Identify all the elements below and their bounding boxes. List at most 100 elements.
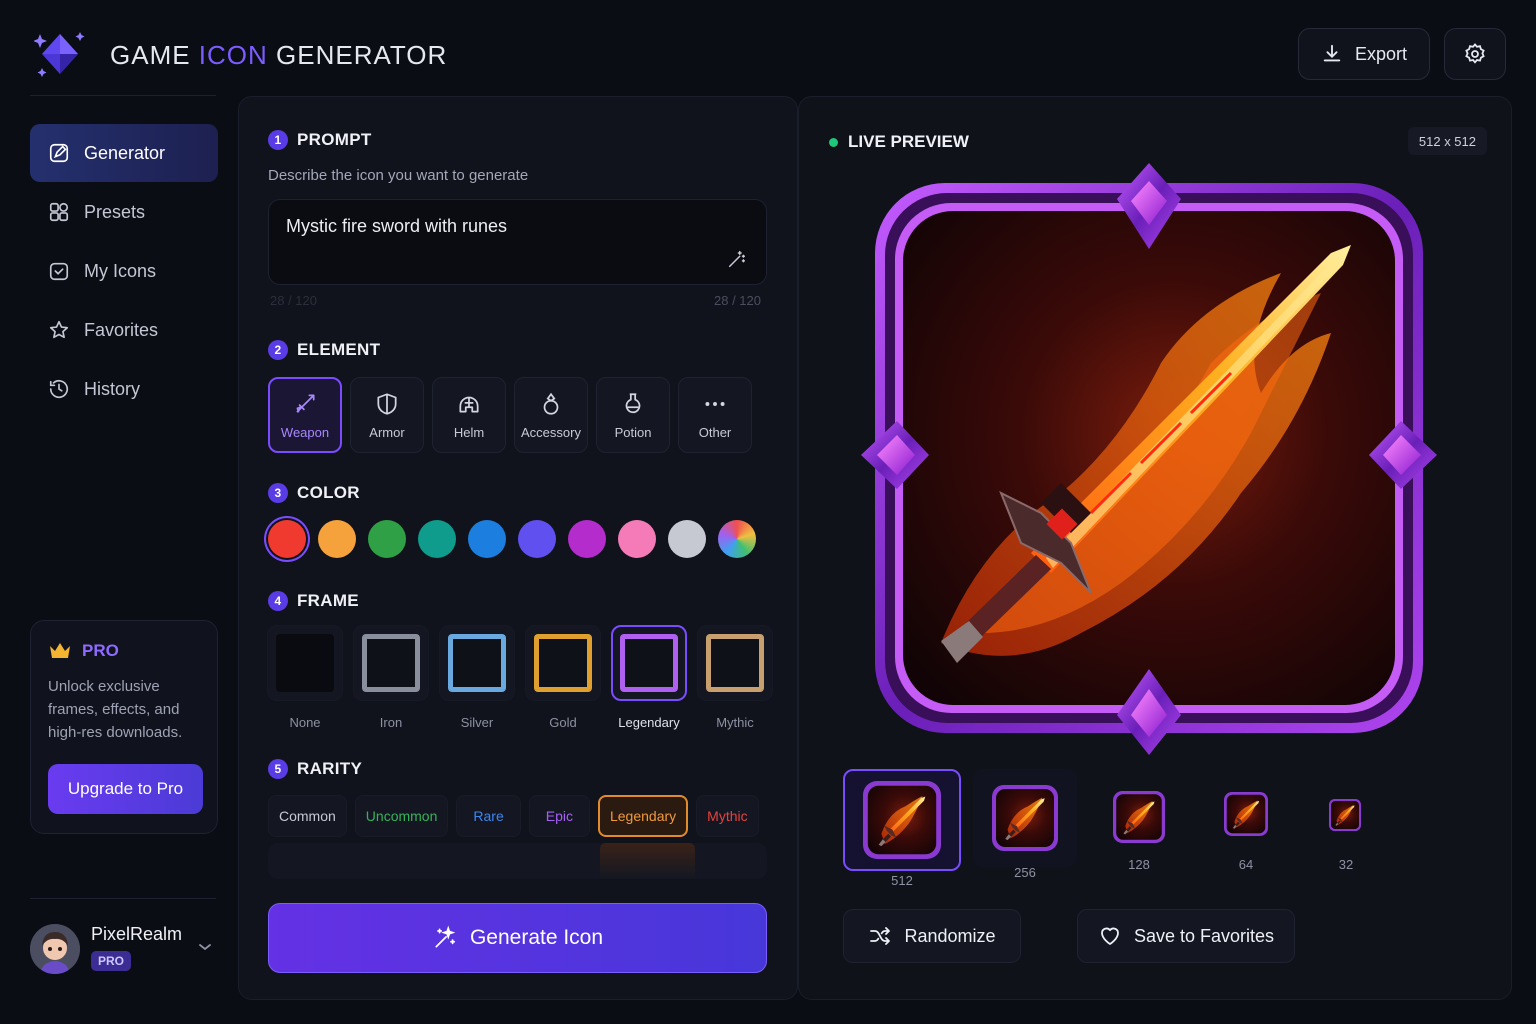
sidebar-item-favorites[interactable]: Favorites <box>30 301 218 359</box>
thumb-label-128: 128 <box>1128 857 1150 872</box>
color-swatch-teal[interactable] <box>418 520 456 558</box>
frame-silver[interactable]: Silver <box>439 625 515 730</box>
rarity-legendary[interactable]: Legendary <box>597 795 689 837</box>
rarity-epic[interactable]: Epic <box>528 795 590 837</box>
upgrade-button[interactable]: Upgrade to Pro <box>48 764 203 814</box>
rarity-common[interactable]: Common <box>268 795 347 837</box>
magic-wand-icon[interactable] <box>726 248 748 270</box>
sparkles-icon <box>435 925 456 948</box>
pro-description: Unlock exclusive frames, effects, and hi… <box>48 678 183 741</box>
settings-button[interactable] <box>1444 28 1506 80</box>
preview-size-badge: 512 x 512 <box>1407 127 1487 155</box>
frame-thumb <box>439 625 515 701</box>
heart-icon <box>1101 927 1119 945</box>
gear-icon <box>1465 43 1485 64</box>
generator-panel: 1 PROMPT Describe the icon you want to g… <box>238 96 798 1000</box>
ring-icon <box>543 392 559 415</box>
helmet-icon <box>459 396 479 412</box>
sidebar-item-history[interactable]: History <box>30 360 218 418</box>
thumb-size-64[interactable] <box>1223 791 1269 837</box>
frame-gold[interactable]: Gold <box>525 625 601 730</box>
frame-thumb <box>353 625 429 701</box>
user-plan-badge: PRO <box>91 951 132 971</box>
section-element-title: 2 ELEMENT <box>268 340 380 360</box>
section-color-title: 3 COLOR <box>268 483 360 503</box>
element-other[interactable]: Other <box>678 377 752 453</box>
element-weapon[interactable]: Weapon <box>268 377 342 453</box>
element-accessory[interactable]: Accessory <box>514 377 588 453</box>
thumb-label-32: 32 <box>1338 857 1354 872</box>
color-swatch-blue[interactable] <box>468 520 506 558</box>
rarity-uncommon[interactable]: Uncommon <box>354 795 449 837</box>
more-icon <box>705 401 725 406</box>
history-icon <box>49 380 69 399</box>
avatar <box>30 924 80 974</box>
color-swatch-green[interactable] <box>368 520 406 558</box>
header-divider <box>30 95 216 96</box>
prompt-char-count-ghost: 28 / 120 <box>270 293 317 308</box>
thumb-size-256[interactable] <box>973 769 1077 867</box>
generate-icon-button[interactable]: Generate Icon <box>268 903 767 973</box>
frame-legendary[interactable]: Legendary <box>611 625 687 730</box>
sidebar-item-presets[interactable]: Presets <box>30 183 218 241</box>
app-title: GAME ICON GENERATOR <box>110 40 448 70</box>
color-swatch-rainbow[interactable] <box>718 520 756 558</box>
crown-icon <box>50 643 70 658</box>
section-prompt-title: 1 PROMPT <box>268 130 372 150</box>
prompt-hint: Describe the icon you want to generate <box>268 167 529 184</box>
user-profile[interactable]: PixelRealm PRO <box>30 920 218 980</box>
folder-check-icon <box>49 262 69 281</box>
potion-icon <box>625 392 641 413</box>
section-rarity-title: 5 RARITY <box>268 759 362 779</box>
chevron-down-icon[interactable] <box>198 942 212 952</box>
color-swatch-silver[interactable] <box>668 520 706 558</box>
thumb-size-512[interactable] <box>843 769 961 871</box>
randomize-button[interactable]: Randomize <box>843 909 1021 963</box>
sidebar-item-my-icons[interactable]: My Icons <box>30 242 218 300</box>
live-preview-title: LIVE PREVIEW <box>829 132 969 152</box>
element-helm[interactable]: Helm <box>432 377 506 453</box>
thumb-label-512: 512 <box>891 873 913 888</box>
pro-header: PRO <box>48 641 200 661</box>
size-thumbnails: 512 256 128 64 32 <box>843 769 1403 889</box>
sword-icon <box>296 393 315 412</box>
live-status-dot <box>829 137 838 147</box>
frame-mythic[interactable]: Mythic <box>697 625 773 730</box>
color-swatch-purple[interactable] <box>568 520 606 558</box>
prompt-char-count: 28 / 120 <box>714 293 761 308</box>
download-icon <box>1323 44 1341 62</box>
frame-options: None Iron Silver Gold Legendary Mythic <box>267 625 773 730</box>
frame-thumb <box>697 625 773 701</box>
thumb-label-64: 64 <box>1238 857 1254 872</box>
prompt-input[interactable]: Mystic fire sword with runes <box>268 199 767 285</box>
thumb-label-256: 256 <box>1014 865 1036 880</box>
save-to-favorites-button[interactable]: Save to Favorites <box>1077 909 1295 963</box>
shield-icon <box>377 392 397 415</box>
frame-iron[interactable]: Iron <box>353 625 429 730</box>
rarity-mythic[interactable]: Mythic <box>696 795 759 837</box>
sidebar-divider <box>30 898 216 899</box>
sidebar-item-generator[interactable]: Generator <box>30 124 218 182</box>
element-potion[interactable]: Potion <box>596 377 670 453</box>
thumb-size-128[interactable] <box>1109 787 1169 847</box>
icon-preview <box>861 163 1437 755</box>
color-swatch-pink[interactable] <box>618 520 656 558</box>
grid-shapes-icon <box>49 202 69 222</box>
rarity-rare[interactable]: Rare <box>456 795 521 837</box>
thumb-size-32[interactable] <box>1327 797 1363 833</box>
star-icon <box>49 320 69 339</box>
element-options: Weapon Armor Helm Accessory Potion Other <box>268 377 752 453</box>
color-swatch-red[interactable] <box>268 520 306 558</box>
element-armor[interactable]: Armor <box>350 377 424 453</box>
color-swatches <box>268 520 756 558</box>
edit-square-icon <box>49 143 69 163</box>
export-button[interactable]: Export <box>1298 28 1430 80</box>
app-logo <box>33 30 86 78</box>
color-swatch-orange[interactable] <box>318 520 356 558</box>
rarity-indicator-bar <box>268 843 767 879</box>
section-frame-title: 4 FRAME <box>268 591 359 611</box>
color-swatch-indigo[interactable] <box>518 520 556 558</box>
frame-thumb <box>611 625 687 701</box>
frame-none[interactable]: None <box>267 625 343 730</box>
frame-thumb <box>525 625 601 701</box>
